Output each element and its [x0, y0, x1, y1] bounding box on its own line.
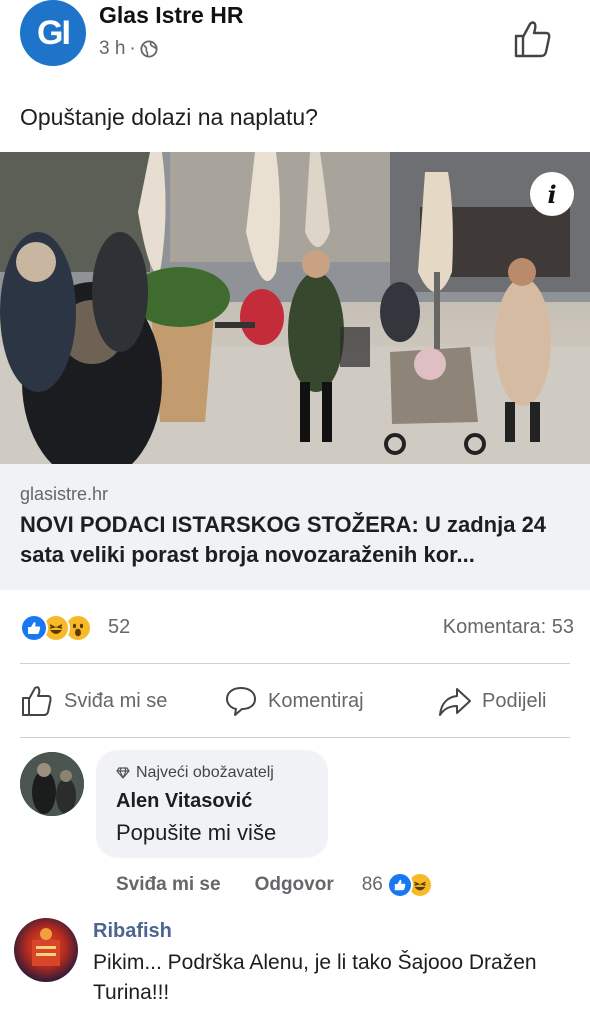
like-outline-icon[interactable]	[512, 18, 554, 60]
commenter-avatar[interactable]	[20, 752, 84, 816]
commenter-name[interactable]: Alen Vitasović	[116, 790, 252, 813]
comment-reactions[interactable]: 86	[361, 872, 433, 898]
comment-actions: Sviđa mi se Odgovor 86	[116, 872, 433, 898]
share-arrow-icon	[439, 688, 471, 716]
top-fan-badge: Najveći obožavatelj	[116, 764, 274, 782]
comment-text: Popušite mi više	[116, 820, 277, 845]
info-icon[interactable]: i	[530, 172, 574, 216]
street-scene-illustration	[0, 152, 590, 464]
post-meta: 3 h ·	[99, 38, 158, 60]
comment-label: Komentiraj	[268, 689, 364, 712]
comment-count[interactable]: Komentara: 53	[443, 616, 574, 639]
post-photo[interactable]: i	[0, 152, 590, 464]
post-time[interactable]: 3 h	[99, 38, 125, 60]
avatar-photo	[20, 752, 84, 816]
reply-text: Pikim... Podrška Alenu, je li tako Šajoo…	[93, 951, 537, 1004]
avatar-photo	[32, 928, 60, 966]
reaction-icons[interactable]	[20, 614, 92, 642]
top-fan-label: Najveći obožavatelj	[136, 764, 274, 781]
like-icon	[20, 614, 48, 642]
post-actions: Sviđa mi se Komentiraj Podijeli	[0, 678, 590, 728]
divider	[20, 663, 570, 664]
like-icon	[386, 872, 413, 898]
reactions-summary: 52 Komentara: 53	[0, 606, 590, 650]
comment-reply-button[interactable]: Odgovor	[255, 874, 334, 896]
comment-like-button[interactable]: Sviđa mi se	[116, 874, 221, 896]
globe-icon	[140, 40, 158, 58]
like-button[interactable]: Sviđa mi se	[20, 684, 167, 718]
comment-bubble[interactable]: Najveći obožavatelj Alen Vitasović Popuš…	[96, 750, 328, 858]
diamond-icon	[116, 767, 130, 779]
post-text: Opuštanje dolazi na naplatu?	[20, 104, 318, 130]
page-name[interactable]: Glas Istre HR	[99, 2, 243, 29]
share-label: Podijeli	[482, 689, 547, 712]
post-header: GI Glas Istre HR 3 h ·	[0, 0, 590, 80]
reaction-count[interactable]: 52	[108, 616, 130, 639]
link-domain: glasistre.hr	[20, 484, 109, 504]
link-preview[interactable]: glasistre.hr NOVI PODACI ISTARSKOG STOŽE…	[0, 464, 590, 590]
like-label: Sviđa mi se	[64, 689, 168, 712]
reply-avatar[interactable]	[14, 918, 78, 982]
share-button[interactable]: Podijeli	[438, 684, 546, 718]
page-avatar[interactable]: GI	[20, 0, 86, 66]
comment-bubble-icon	[226, 687, 256, 716]
comment-reaction-count: 86	[361, 874, 383, 895]
comment-button[interactable]: Komentiraj	[224, 684, 364, 718]
like-outline-icon	[22, 686, 52, 716]
reply-author-name[interactable]: Ribafish	[93, 920, 172, 943]
divider	[20, 737, 570, 738]
meta-separator: ·	[129, 38, 136, 59]
link-title[interactable]: NOVI PODACI ISTARSKOG STOŽERA: U zadnja …	[20, 510, 580, 570]
